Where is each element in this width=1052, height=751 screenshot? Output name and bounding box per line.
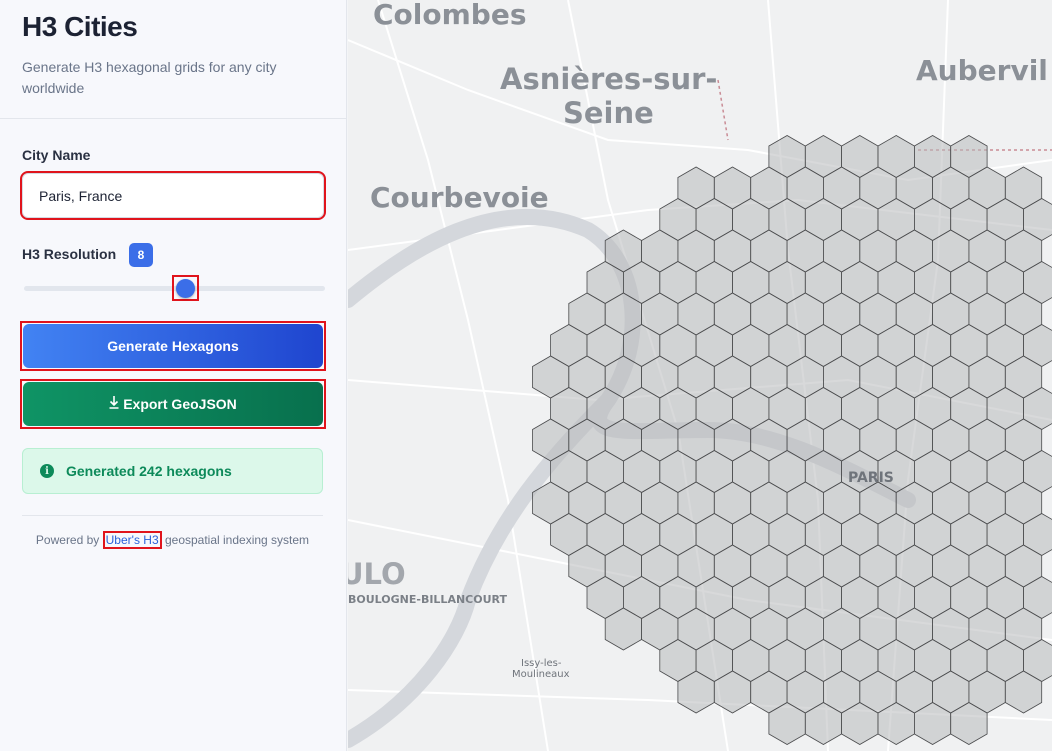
- city-name-input[interactable]: [20, 171, 326, 220]
- generate-button-highlight: Generate Hexagons: [20, 321, 326, 371]
- place-label-aubervilliers: Aubervil: [916, 54, 1048, 87]
- place-label-paris: PARIS: [848, 470, 894, 486]
- status-text: Generated 242 hexagons: [66, 463, 232, 479]
- resolution-slider-thumb[interactable]: [176, 279, 195, 298]
- footer-divider: [22, 515, 323, 516]
- place-label-seine: Seine: [563, 96, 654, 130]
- place-label-moulineaux: Moulineaux: [512, 669, 570, 680]
- place-label-colombes: Colombes: [373, 0, 527, 31]
- place-label-boulogne: BOULOGNE-BILLANCOURT: [348, 593, 508, 606]
- export-button-label: Export GeoJSON: [123, 396, 237, 412]
- resolution-slider-thumb-highlight: [172, 275, 199, 301]
- sidebar: H3 Cities Generate H3 hexagonal grids fo…: [0, 0, 347, 751]
- city-name-label: City Name: [22, 147, 91, 163]
- footer: Powered by Uber's H3 geospatial indexing…: [22, 531, 323, 549]
- resolution-value-badge: 8: [129, 243, 153, 267]
- hexagon-layer: [532, 135, 1052, 745]
- app-subtitle: Generate H3 hexagonal grids for any city…: [22, 59, 277, 96]
- info-icon: i: [40, 464, 54, 478]
- uber-h3-link[interactable]: Uber's H3: [102, 531, 162, 549]
- footer-prefix: Powered by: [35, 533, 100, 547]
- place-label-courbevoie: Courbevoie: [370, 181, 549, 214]
- status-message: i Generated 242 hexagons: [22, 448, 323, 494]
- map-canvas[interactable]: [348, 0, 1052, 751]
- footer-suffix: geospatial indexing system: [164, 533, 310, 547]
- place-label-boulogne-large: ULO: [348, 557, 406, 591]
- place-label-issy: Issy-les-: [521, 658, 562, 669]
- sidebar-header: H3 Cities Generate H3 hexagonal grids fo…: [0, 0, 346, 119]
- generate-hexagons-button[interactable]: Generate Hexagons: [23, 324, 323, 368]
- download-icon: [109, 396, 119, 412]
- export-button-highlight: Export GeoJSON: [20, 379, 326, 429]
- map-view[interactable]: Colombes Asnières-sur- Seine Courbevoie …: [348, 0, 1052, 751]
- resolution-label: H3 Resolution: [22, 246, 117, 262]
- export-geojson-button[interactable]: Export GeoJSON: [23, 382, 323, 426]
- generate-button-label: Generate Hexagons: [107, 338, 239, 354]
- app-title: H3 Cities: [22, 11, 138, 42]
- place-label-asnieres: Asnières-sur-: [500, 62, 718, 96]
